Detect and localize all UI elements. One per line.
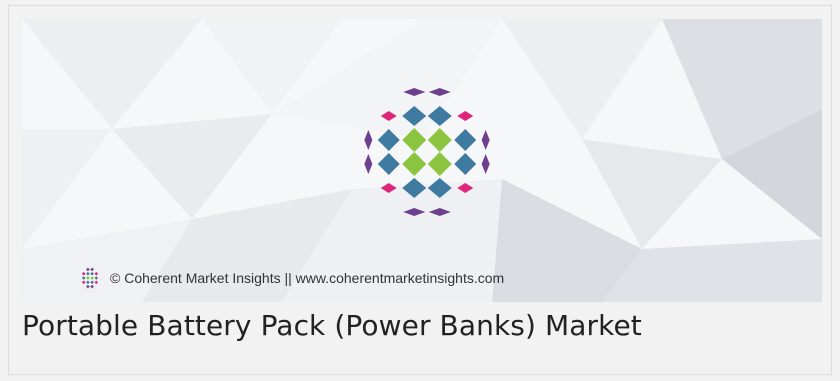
logo-diamond (481, 130, 490, 150)
logo-diamond (428, 88, 451, 96)
company-logo (364, 88, 490, 216)
logo-diamond (402, 106, 427, 126)
wm-logo-diamond (90, 276, 94, 280)
wm-logo-diamond (81, 271, 86, 276)
logo-diamond (403, 208, 426, 216)
wm-logo-diamond (90, 271, 94, 276)
wm-logo-diamond (86, 280, 90, 285)
wm-logo-diamond (86, 276, 90, 280)
copyright-text: © Coherent Market Insights || www.cohere… (110, 270, 505, 286)
logo-diamond (454, 129, 477, 151)
logo-diamond (427, 106, 452, 126)
wm-logo-diamond (86, 271, 90, 276)
logo-diamond (364, 130, 373, 150)
logo-diamond (427, 152, 452, 176)
copyright-watermark: © Coherent Market Insights || www.cohere… (78, 266, 504, 290)
logo-diamond (402, 152, 427, 176)
report-title[interactable]: Portable Battery Pack (Power Banks) Mark… (22, 309, 642, 342)
logo-diamond (380, 183, 397, 193)
wm-logo-diamond (86, 284, 90, 289)
wm-logo-diamond (81, 276, 86, 280)
report-card[interactable]: © Coherent Market Insights || www.cohere… (8, 5, 832, 375)
logo-diamond (481, 154, 490, 174)
report-banner-image[interactable]: © Coherent Market Insights || www.cohere… (22, 19, 822, 302)
wm-logo-diamond (90, 267, 94, 272)
logo-diamond (380, 111, 397, 121)
wm-logo-diamond (94, 276, 99, 280)
wm-logo-diamond (94, 280, 99, 285)
small-logo-icon (81, 267, 99, 289)
wm-logo-diamond (90, 284, 94, 289)
wm-logo-diamond (81, 280, 86, 285)
logo-diamond (402, 128, 427, 152)
logo-diamond (377, 129, 400, 151)
logo-diamond (377, 153, 400, 175)
logo-diamond (364, 154, 373, 174)
logo-diamond (457, 111, 474, 121)
logo-diamond (454, 153, 477, 175)
wm-logo-diamond (90, 280, 94, 285)
logo-diamond (403, 88, 426, 96)
wm-logo-diamond (86, 267, 90, 272)
logo-diamond (457, 183, 474, 193)
logo-diamond (427, 128, 452, 152)
logo-diamond (402, 178, 427, 198)
wm-logo-diamond (94, 271, 99, 276)
logo-diamond (427, 178, 452, 198)
logo-diamond (428, 208, 451, 216)
